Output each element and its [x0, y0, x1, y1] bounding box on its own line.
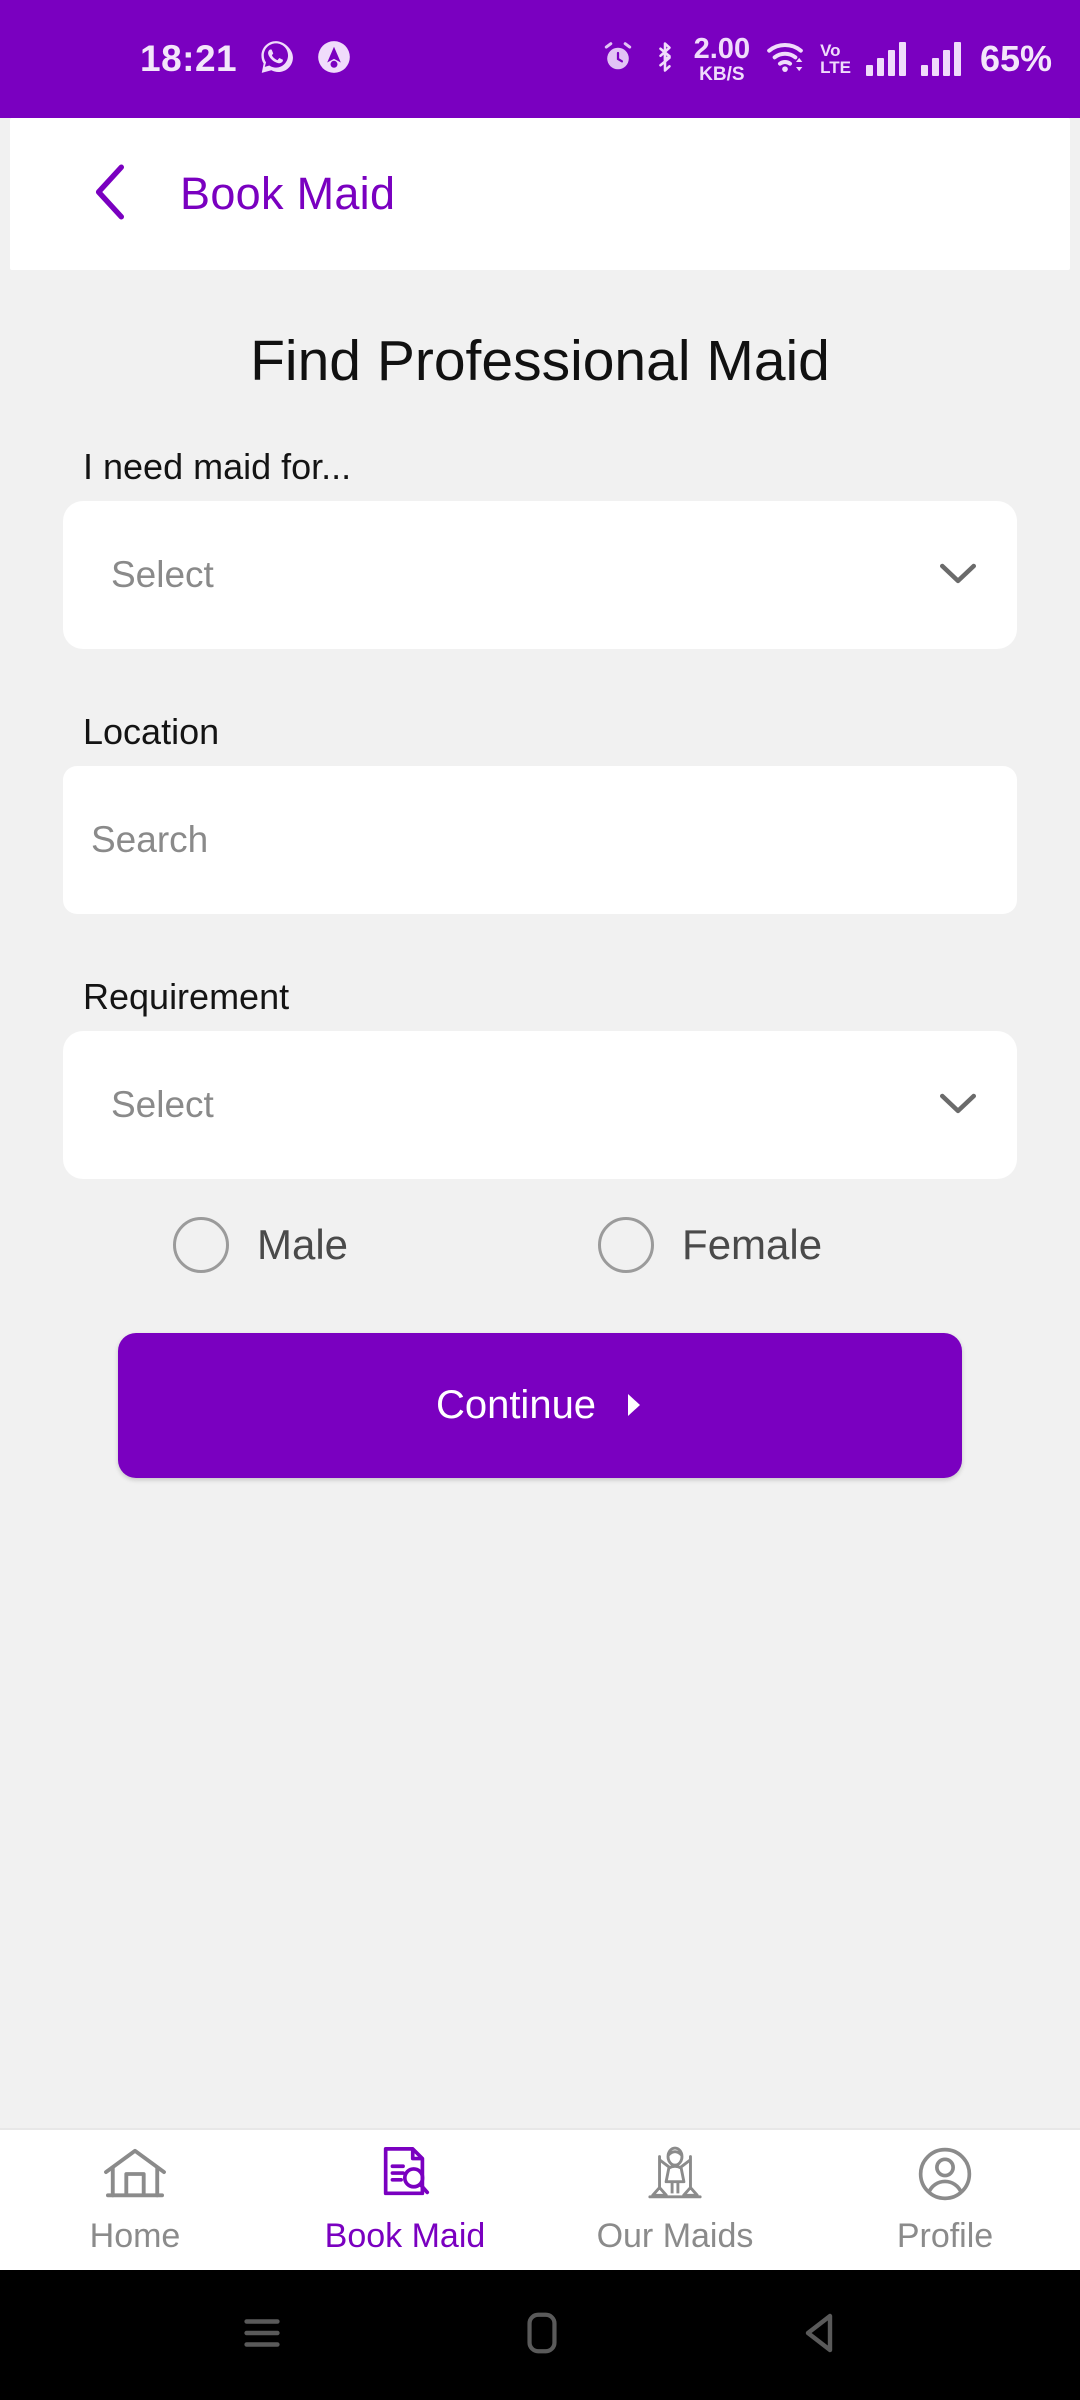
network-speed-indicator: 2.00 KB/S: [693, 32, 751, 85]
person-circle-icon: [915, 2145, 975, 2207]
radio-label-male: Male: [257, 1221, 349, 1268]
gender-radio-group: Male Female: [63, 1217, 1017, 1273]
alarm-icon: [600, 39, 636, 80]
field-location: Location Search: [63, 711, 1017, 914]
app-bar: Book Maid: [10, 118, 1070, 270]
input-location-placeholder: Search: [91, 819, 209, 860]
network-speed-value: 2.00: [693, 32, 751, 65]
field-label-requirement: Requirement: [83, 976, 290, 1017]
volte-line-1: Vo: [820, 41, 841, 60]
chevron-down-icon: [937, 1089, 979, 1122]
radio-option-male[interactable]: Male: [173, 1217, 348, 1273]
nav-label-home: Home: [89, 2216, 181, 2255]
dropdown-requirement-value: Select: [111, 1084, 214, 1125]
signal-bars-sim2: [920, 42, 961, 76]
continue-button[interactable]: Continue: [118, 1333, 962, 1478]
dropdown-need-maid-for-value: Select: [111, 554, 214, 595]
field-need-maid-for: I need maid for... Select: [63, 446, 1017, 649]
input-location[interactable]: Search: [63, 766, 1017, 914]
dropdown-need-maid-for[interactable]: Select: [63, 501, 1017, 649]
signal-bars-sim1: [865, 42, 906, 76]
phone-screen: 18:21 2.00 KB/S Vo LTE 65% Book Maid Fin…: [0, 0, 1080, 2400]
recents-icon[interactable]: [239, 2313, 285, 2358]
document-search-icon: [375, 2145, 435, 2207]
back-chevron-icon[interactable]: [86, 161, 136, 228]
nav-label-book-maid: Book Maid: [324, 2216, 486, 2255]
nav-item-our-maids[interactable]: Our Maids: [540, 2145, 810, 2256]
radio-option-female[interactable]: Female: [598, 1217, 822, 1273]
radio-circle-male[interactable]: [173, 1217, 229, 1273]
status-bar-right: 2.00 KB/S Vo LTE 65%: [600, 32, 1052, 85]
field-label-location: Location: [83, 711, 220, 752]
nav-label-our-maids: Our Maids: [596, 2216, 754, 2255]
battery-percentage: 65%: [979, 38, 1052, 79]
status-bar-left: 18:21: [140, 38, 353, 81]
volte-line-2: LTE: [820, 58, 851, 77]
arrow-right-icon: [624, 1383, 644, 1428]
radio-label-female: Female: [682, 1221, 823, 1268]
field-label-need-maid-for: I need maid for...: [83, 446, 352, 487]
status-bar-clock: 18:21: [140, 38, 238, 79]
bottom-navigation-bar: Home Book Maid Our Maids Profile: [0, 2128, 1080, 2270]
maid-broom-icon: [644, 2145, 706, 2207]
bluetooth-icon: [651, 39, 679, 80]
wifi-icon: [765, 40, 805, 79]
booking-form: I need maid for... Select Location Searc…: [0, 446, 1080, 1478]
continue-button-label: Continue: [435, 1383, 597, 1427]
radio-circle-female[interactable]: [598, 1217, 655, 1273]
nav-item-home[interactable]: Home: [0, 2145, 270, 2256]
android-system-navigation: [0, 2270, 1080, 2400]
nav-label-profile: Profile: [896, 2216, 994, 2255]
nav-item-profile[interactable]: Profile: [810, 2145, 1080, 2256]
whatsapp-icon: [257, 38, 295, 81]
back-triangle-icon[interactable]: [799, 2311, 841, 2360]
form-spacer-2: [63, 914, 1017, 976]
home-square-icon[interactable]: [522, 2310, 562, 2361]
status-bar: 18:21 2.00 KB/S Vo LTE 65%: [0, 0, 1080, 118]
app-circle-icon: [315, 38, 353, 81]
chevron-down-icon: [937, 559, 979, 592]
nav-item-book-maid[interactable]: Book Maid: [270, 2145, 540, 2256]
field-requirement: Requirement Select: [63, 976, 1017, 1179]
app-bar-title: Book Maid: [180, 168, 396, 219]
main-content: Find Professional Maid I need maid for..…: [0, 270, 1080, 2130]
form-spacer: [63, 649, 1017, 711]
volte-indicator: Vo LTE: [820, 42, 851, 76]
continue-button-wrap: Continue: [63, 1333, 1017, 1478]
network-speed-unit: KB/S: [699, 63, 745, 85]
house-icon: [102, 2145, 168, 2207]
dropdown-requirement[interactable]: Select: [63, 1031, 1017, 1179]
page-title: Find Professional Maid: [250, 329, 830, 393]
